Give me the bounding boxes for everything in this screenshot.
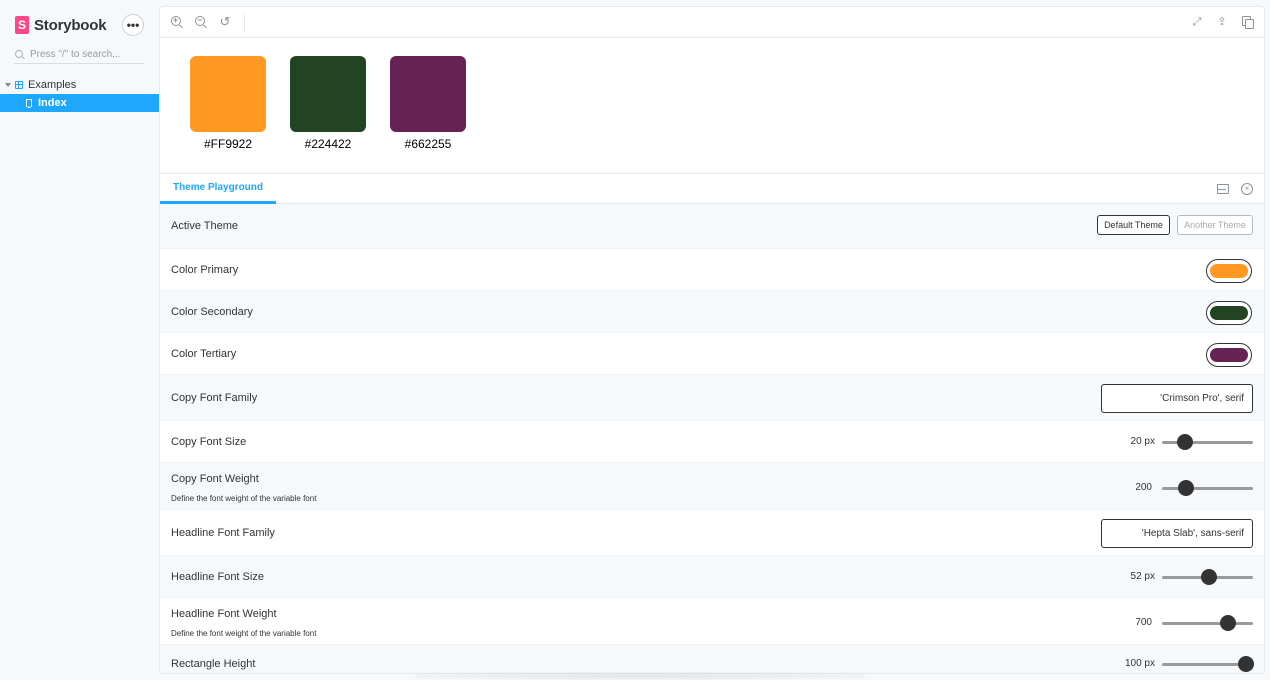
theme-option-default[interactable]: Default Theme: [1097, 215, 1170, 235]
copy-link-icon[interactable]: [1240, 15, 1254, 29]
color-picker-primary[interactable]: [1206, 259, 1252, 283]
slider-thumb[interactable]: [1220, 615, 1237, 631]
headline-font-weight-slider[interactable]: [1162, 615, 1253, 631]
toolbar-divider: [244, 13, 245, 31]
swatch-label: #FF9922: [203, 137, 253, 151]
color-fill: [1210, 348, 1248, 362]
color-fill: [1210, 306, 1248, 320]
control-label: Rectangle Height: [171, 658, 256, 670]
storybook-logo-icon: S: [15, 16, 29, 34]
control-row-headline-font-family: Headline Font Family: [160, 510, 1264, 556]
zoom-in-sign: +: [173, 15, 179, 25]
range-value: 200: [1135, 482, 1152, 493]
control-label: Color Tertiary: [171, 348, 237, 360]
fullscreen-icon[interactable]: ⤢: [1190, 15, 1204, 29]
component-icon: [15, 81, 23, 89]
range-value: 700: [1135, 617, 1152, 628]
sidebar-group-examples[interactable]: Examples: [0, 77, 159, 93]
swatch-secondary: [290, 56, 366, 132]
control-row-rectangle-height: Rectangle Height 100 px: [160, 645, 1264, 673]
sidebar: S Storybook ••• Examples Index: [0, 0, 159, 680]
control-description: Define the font weight of the variable f…: [171, 494, 317, 503]
control-description: Define the font weight of the variable f…: [171, 629, 317, 638]
rectangle-height-slider[interactable]: [1162, 656, 1254, 672]
tab-theme-playground[interactable]: Theme Playground: [160, 174, 276, 204]
theme-option-another[interactable]: Another Theme: [1177, 215, 1253, 235]
search-icon: [15, 49, 25, 60]
bookmark-icon: [26, 99, 32, 108]
control-label: Headline Font Weight: [171, 608, 277, 620]
control-label: Color Secondary: [171, 306, 253, 318]
swatch-label: #662255: [404, 137, 452, 151]
copy-font-weight-slider[interactable]: [1162, 480, 1253, 496]
control-label: Active Theme: [171, 220, 239, 232]
brand-title: Storybook: [34, 16, 107, 34]
control-row-active-theme: Active Theme Default Theme Another Theme: [160, 204, 1264, 249]
swatch-label: #224422: [304, 137, 352, 151]
swatch-primary: [190, 56, 266, 132]
close-panel-icon[interactable]: ×: [1241, 183, 1253, 195]
zoom-reset-icon[interactable]: ↺: [218, 15, 232, 29]
main-panel: + − ↺ ⤢ ⇪ #FF9922 #224422 #662255 Theme …: [159, 6, 1265, 674]
zoom-in-icon[interactable]: +: [170, 15, 184, 29]
addon-panel-tabs: Theme Playground ×: [160, 173, 1264, 204]
zoom-out-sign: −: [197, 15, 203, 25]
copy-font-size-slider[interactable]: [1162, 434, 1253, 450]
control-label: Copy Font Weight: [171, 473, 259, 485]
control-row-headline-font-weight: Headline Font Weight Define the font wei…: [160, 598, 1264, 645]
color-picker-tertiary[interactable]: [1206, 343, 1252, 367]
control-row-copy-font-weight: Copy Font Weight Define the font weight …: [160, 463, 1264, 510]
control-label: Headline Font Family: [171, 527, 275, 539]
color-fill: [1210, 264, 1248, 278]
slider-thumb[interactable]: [1176, 434, 1193, 450]
control-row-color-secondary: Color Secondary: [160, 291, 1264, 333]
control-label: Color Primary: [171, 264, 239, 276]
dock-panel-icon[interactable]: [1217, 183, 1229, 195]
slider-thumb[interactable]: [1237, 656, 1254, 672]
sidebar-group-label: Examples: [28, 79, 77, 91]
caret-down-icon: [5, 83, 11, 87]
headline-font-family-input[interactable]: [1101, 519, 1253, 548]
sidebar-item-index[interactable]: Index: [0, 94, 159, 112]
range-value: 52 px: [1130, 571, 1155, 582]
range-value: 20 px: [1130, 436, 1155, 447]
sidebar-item-label: Index: [38, 97, 67, 109]
control-row-copy-font-size: Copy Font Size 20 px: [160, 421, 1264, 463]
story-canvas: #FF9922 #224422 #662255: [160, 38, 1264, 173]
control-row-headline-font-size: Headline Font Size 52 px: [160, 556, 1264, 598]
controls-list: Active Theme Default Theme Another Theme…: [160, 204, 1264, 673]
scroll-shadow: [415, 672, 865, 680]
color-picker-secondary[interactable]: [1206, 301, 1252, 325]
search-input[interactable]: [30, 49, 140, 60]
zoom-out-icon[interactable]: −: [194, 15, 208, 29]
brand[interactable]: S Storybook: [15, 15, 107, 35]
headline-font-size-slider[interactable]: [1162, 569, 1253, 585]
control-row-color-tertiary: Color Tertiary: [160, 333, 1264, 375]
search-box: [14, 46, 144, 64]
sidebar-menu-button[interactable]: •••: [122, 14, 144, 36]
control-label: Copy Font Family: [171, 392, 258, 404]
range-value: 100 px: [1124, 658, 1155, 669]
control-label: Headline Font Size: [171, 571, 264, 583]
swatch-tertiary: [390, 56, 466, 132]
control-label: Copy Font Size: [171, 436, 247, 448]
slider-thumb[interactable]: [1201, 569, 1218, 585]
copy-font-family-input[interactable]: [1101, 384, 1253, 413]
slider-thumb[interactable]: [1177, 480, 1194, 496]
share-icon[interactable]: ⇪: [1215, 15, 1229, 29]
toolbar: + − ↺ ⤢ ⇪: [160, 7, 1264, 38]
control-row-copy-font-family: Copy Font Family: [160, 375, 1264, 421]
control-row-color-primary: Color Primary: [160, 249, 1264, 291]
